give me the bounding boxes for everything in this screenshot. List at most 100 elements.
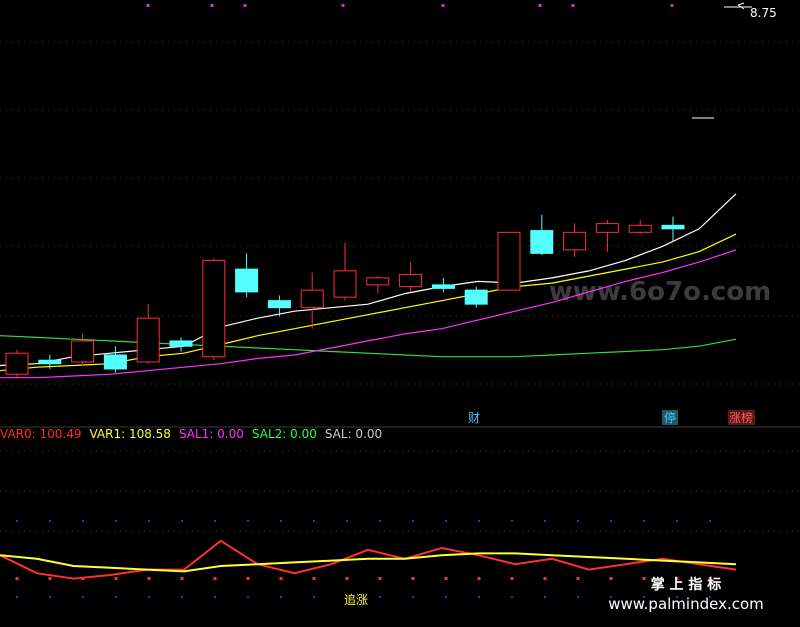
lower-dot (478, 596, 480, 598)
indicator-header: VAR0: 100.49 VAR1: 108.58 SAL1: 0.00 SAL2: … (0, 427, 382, 441)
lower-dot (214, 520, 216, 522)
candle[interactable] (530, 214, 554, 256)
lower-dot (280, 520, 282, 522)
signal-dot (15, 577, 19, 580)
lower-dot (82, 596, 84, 598)
lower-dot (82, 520, 84, 522)
candle[interactable] (300, 272, 324, 329)
candle[interactable] (431, 277, 455, 292)
signal-dot (180, 577, 184, 580)
top-dot (670, 4, 674, 7)
lower-dot (49, 520, 51, 522)
signal-dot (576, 577, 580, 580)
watermark-text: www.6o7o.com (549, 277, 771, 307)
indicator-label-4: SAL: 0.00 (325, 427, 382, 441)
candle[interactable] (267, 295, 291, 317)
lower-dot (676, 520, 678, 522)
lower-dot (610, 520, 612, 522)
candle[interactable] (333, 242, 357, 301)
kline-chart[interactable]: www.6o7o.com 8.75 财 停 涨榜 VAR0: 100.49 VAR… (0, 0, 800, 627)
lower-dot (577, 520, 579, 522)
candle-body (431, 284, 455, 289)
candle[interactable] (399, 262, 423, 292)
candle-body (169, 340, 193, 347)
candle-body (103, 354, 127, 370)
lower-dot (181, 596, 183, 598)
candle-body (464, 289, 488, 305)
candle[interactable] (136, 304, 160, 364)
lower-dot (115, 596, 117, 598)
marker-cai[interactable]: 财 (468, 411, 480, 425)
candle[interactable] (103, 346, 127, 373)
candle-body (71, 340, 95, 363)
top-dot (146, 4, 150, 7)
candle-body (202, 259, 226, 358)
candle-body (497, 231, 521, 291)
signal-dot (411, 577, 415, 580)
lower-dot (643, 520, 645, 522)
lower-dot (148, 596, 150, 598)
candle[interactable] (595, 220, 619, 252)
signal-label: 追涨 (344, 592, 368, 607)
lower-dot (148, 520, 150, 522)
brand-cn-text: 掌 上 指 标 (651, 576, 722, 593)
lower-dot (478, 520, 480, 522)
signal-dot (246, 577, 250, 580)
candle-body (267, 300, 291, 309)
lower-dot (412, 520, 414, 522)
signal-dot (378, 577, 382, 580)
lower-dot (346, 520, 348, 522)
lower-dot (544, 596, 546, 598)
price-label: 8.75 (750, 6, 777, 20)
candle[interactable] (497, 231, 521, 291)
brand-url-text: www.palmindex.com (608, 595, 764, 613)
lower-grid (0, 450, 800, 598)
lower-dot (445, 520, 447, 522)
lower-dot (181, 520, 183, 522)
candle[interactable] (628, 220, 652, 235)
candle[interactable] (5, 349, 29, 378)
lower-dot (445, 596, 447, 598)
grid-lines (0, 41, 800, 385)
candle-body (38, 359, 62, 365)
candle[interactable] (235, 253, 259, 298)
lower-dot (379, 520, 381, 522)
candle-body (5, 352, 29, 375)
lower-dot (16, 596, 18, 598)
candle[interactable] (366, 276, 390, 294)
signal-dot (510, 577, 514, 580)
top-dot (571, 4, 575, 7)
lower-dot (247, 520, 249, 522)
marker-ting[interactable]: 停 (664, 410, 676, 425)
signal-dot (642, 577, 646, 580)
lower-dot (511, 596, 513, 598)
candle-body (235, 268, 259, 293)
indicator-label-2: SAL1: 0.00 (179, 427, 244, 441)
candle-body (366, 277, 390, 286)
event-markers: 财 停 涨榜 (468, 410, 755, 425)
lower-dot (214, 596, 216, 598)
candle-body (628, 224, 652, 233)
lower-dot (412, 596, 414, 598)
top-dot (341, 4, 345, 7)
price-label-group: 8.75 (692, 2, 777, 119)
candle[interactable] (202, 258, 226, 361)
signal-dot (444, 577, 448, 580)
candle-body (530, 230, 554, 254)
candle-body (661, 224, 685, 230)
top-dot (243, 4, 247, 7)
signal-dot (81, 577, 85, 580)
marker-zhangbang[interactable]: 涨榜 (729, 410, 753, 425)
lower-dot (709, 520, 711, 522)
candle[interactable] (169, 337, 193, 352)
lower-dot (577, 596, 579, 598)
top-dot-markers (146, 4, 674, 7)
candle[interactable] (563, 223, 587, 257)
lower-dot (16, 520, 18, 522)
candle[interactable] (464, 286, 488, 308)
signal-dot (312, 577, 316, 580)
signal-dot (213, 577, 217, 580)
lower-dot (313, 520, 315, 522)
signal-dot (279, 577, 283, 580)
candle-body (595, 223, 619, 233)
